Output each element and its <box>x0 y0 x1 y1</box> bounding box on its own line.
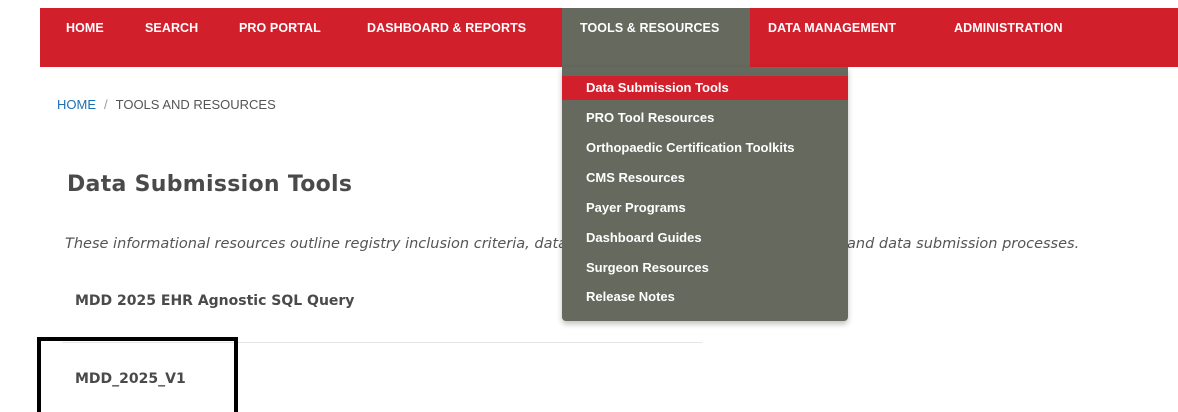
menu-item-release-notes[interactable]: Release Notes <box>562 285 848 309</box>
nav-administration[interactable]: ADMINISTRATION <box>954 0 1063 59</box>
breadcrumb: HOME / TOOLS AND RESOURCES <box>57 97 276 112</box>
nav-tools-resources[interactable]: TOOLS & RESOURCES <box>580 0 719 59</box>
menu-item-cms-resources[interactable]: CMS Resources <box>562 166 848 190</box>
menu-item-data-submission-tools[interactable]: Data Submission Tools <box>562 76 848 100</box>
nav-data-management[interactable]: DATA MANAGEMENT <box>768 0 896 59</box>
breadcrumb-home-link[interactable]: HOME <box>57 97 96 112</box>
tools-resources-dropdown-menu: Data Submission Tools PRO Tool Resources… <box>562 67 848 321</box>
menu-item-payer-programs[interactable]: Payer Programs <box>562 196 848 220</box>
nav-pro-portal[interactable]: PRO PORTAL <box>239 0 321 59</box>
breadcrumb-separator: / <box>104 97 108 112</box>
breadcrumb-current: TOOLS AND RESOURCES <box>115 97 276 112</box>
menu-item-surgeon-resources[interactable]: Surgeon Resources <box>562 256 848 280</box>
menu-item-orthopaedic-certification-toolkits[interactable]: Orthopaedic Certification Toolkits <box>562 136 848 160</box>
page-title: Data Submission Tools <box>67 172 353 197</box>
nav-search[interactable]: SEARCH <box>145 0 198 59</box>
file-link-sql-query[interactable]: MDD 2025 EHR Agnostic SQL Query <box>75 293 354 309</box>
nav-home[interactable]: HOME <box>66 0 104 59</box>
menu-item-pro-tool-resources[interactable]: PRO Tool Resources <box>562 106 848 130</box>
highlight-box <box>37 337 238 412</box>
nav-dashboard-reports[interactable]: DASHBOARD & REPORTS <box>367 0 526 59</box>
menu-item-dashboard-guides[interactable]: Dashboard Guides <box>562 226 848 250</box>
